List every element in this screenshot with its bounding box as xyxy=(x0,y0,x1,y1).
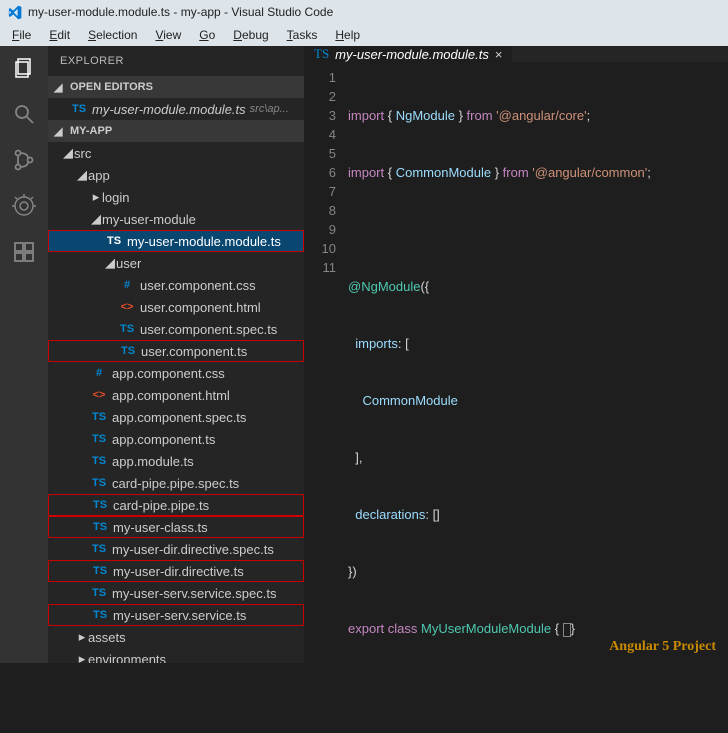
folder-app[interactable]: ◢app xyxy=(48,164,304,186)
ts-file-icon: TS xyxy=(118,323,136,335)
ts-file-icon: TS xyxy=(105,235,123,247)
project-section-label: MY-APP xyxy=(70,125,112,137)
explorer-icon[interactable] xyxy=(10,54,38,82)
menu-help[interactable]: Help xyxy=(327,26,368,44)
file-app-css[interactable]: #app.component.css xyxy=(48,362,304,384)
window-title: my-user-module.module.ts - my-app - Visu… xyxy=(28,5,333,19)
chevron-down-icon: ◢ xyxy=(104,255,116,271)
file-my-user-dir-spec[interactable]: TSmy-user-dir.directive.spec.ts xyxy=(48,538,304,560)
menu-edit[interactable]: Edit xyxy=(41,26,78,44)
menu-selection[interactable]: Selection xyxy=(80,26,145,44)
chevron-down-icon: ◢ xyxy=(54,81,66,94)
file-my-user-class-ts[interactable]: TSmy-user-class.ts xyxy=(48,516,304,538)
file-card-pipe-ts[interactable]: TScard-pipe.pipe.ts xyxy=(48,494,304,516)
cursor xyxy=(563,623,571,637)
titlebar: my-user-module.module.ts - my-app - Visu… xyxy=(0,0,728,24)
file-app-html[interactable]: <>app.component.html xyxy=(48,384,304,406)
chevron-right-icon: ▸ xyxy=(90,189,102,205)
chevron-down-icon: ◢ xyxy=(90,211,102,227)
html-file-icon: <> xyxy=(118,301,136,313)
activity-bar xyxy=(0,46,48,663)
file-user-spec[interactable]: TSuser.component.spec.ts xyxy=(48,318,304,340)
debug-icon[interactable] xyxy=(10,192,38,220)
close-tab-icon[interactable]: × xyxy=(495,47,503,62)
folder-user[interactable]: ◢user xyxy=(48,252,304,274)
file-user-component-ts[interactable]: TSuser.component.ts xyxy=(48,340,304,362)
ts-file-icon: TS xyxy=(70,103,88,115)
tab-filename: my-user-module.module.ts xyxy=(335,47,489,62)
ts-file-icon: TS xyxy=(90,411,108,423)
sidebar: EXPLORER ◢ OPEN EDITORS TS my-user-modul… xyxy=(48,46,304,663)
search-icon[interactable] xyxy=(10,100,38,128)
code-editor[interactable]: 1234567891011 import { NgModule } from '… xyxy=(304,62,728,733)
ts-file-icon: TS xyxy=(91,609,109,621)
menu-file[interactable]: File xyxy=(4,26,39,44)
ts-file-icon: TS xyxy=(90,543,108,555)
project-section[interactable]: ◢ MY-APP xyxy=(48,120,304,142)
file-app-spec[interactable]: TSapp.component.spec.ts xyxy=(48,406,304,428)
file-card-pipe-spec[interactable]: TScard-pipe.pipe.spec.ts xyxy=(48,472,304,494)
open-editor-item[interactable]: TS my-user-module.module.ts src\ap... xyxy=(48,98,304,120)
editor-area: TS my-user-module.module.ts × 1234567891… xyxy=(304,46,728,663)
file-my-user-module-ts[interactable]: TSmy-user-module.module.ts xyxy=(48,230,304,252)
html-file-icon: <> xyxy=(90,389,108,401)
menubar: File Edit Selection View Go Debug Tasks … xyxy=(0,24,728,46)
folder-src[interactable]: ◢src xyxy=(48,142,304,164)
menu-view[interactable]: View xyxy=(147,26,189,44)
file-app-module-ts[interactable]: TSapp.module.ts xyxy=(48,450,304,472)
ts-file-icon: TS xyxy=(91,521,109,533)
folder-my-user-module[interactable]: ◢my-user-module xyxy=(48,208,304,230)
chevron-down-icon: ◢ xyxy=(54,125,66,138)
file-app-component-ts[interactable]: TSapp.component.ts xyxy=(48,428,304,450)
menu-go[interactable]: Go xyxy=(191,26,223,44)
ts-file-icon: TS xyxy=(314,46,329,62)
chevron-right-icon: ▸ xyxy=(76,629,88,645)
chevron-right-icon: ▸ xyxy=(76,651,88,663)
open-editors-section[interactable]: ◢ OPEN EDITORS xyxy=(48,76,304,98)
line-numbers: 1234567891011 xyxy=(304,62,348,733)
chevron-down-icon: ◢ xyxy=(62,145,74,161)
source-control-icon[interactable] xyxy=(10,146,38,174)
ts-file-icon: TS xyxy=(91,565,109,577)
footer-badge: Angular 5 Project xyxy=(609,639,716,655)
folder-assets[interactable]: ▸assets xyxy=(48,626,304,648)
css-file-icon: # xyxy=(118,279,136,291)
css-file-icon: # xyxy=(90,367,108,379)
menu-tasks[interactable]: Tasks xyxy=(279,26,326,44)
chevron-down-icon: ◢ xyxy=(76,167,88,183)
menu-debug[interactable]: Debug xyxy=(225,26,276,44)
file-user-html[interactable]: <>user.component.html xyxy=(48,296,304,318)
sidebar-title: EXPLORER xyxy=(48,46,304,76)
open-editor-path: src\ap... xyxy=(250,103,289,115)
code-content: import { NgModule } from '@angular/core'… xyxy=(348,62,728,733)
extensions-icon[interactable] xyxy=(10,238,38,266)
folder-environments[interactable]: ▸environments xyxy=(48,648,304,663)
ts-file-icon: TS xyxy=(90,433,108,445)
file-my-user-dir-ts[interactable]: TSmy-user-dir.directive.ts xyxy=(48,560,304,582)
ts-file-icon: TS xyxy=(90,477,108,489)
file-my-user-serv-ts[interactable]: TSmy-user-serv.service.ts xyxy=(48,604,304,626)
folder-login[interactable]: ▸login xyxy=(48,186,304,208)
open-editor-filename: my-user-module.module.ts xyxy=(92,102,246,117)
file-tree: ◢src ◢app ▸login ◢my-user-module TSmy-us… xyxy=(48,142,304,663)
editor-tab[interactable]: TS my-user-module.module.ts × xyxy=(304,46,513,62)
file-my-user-serv-spec[interactable]: TSmy-user-serv.service.spec.ts xyxy=(48,582,304,604)
file-user-css[interactable]: #user.component.css xyxy=(48,274,304,296)
editor-tabs: TS my-user-module.module.ts × xyxy=(304,46,728,62)
ts-file-icon: TS xyxy=(91,499,109,511)
ts-file-icon: TS xyxy=(119,345,137,357)
vscode-logo-icon xyxy=(6,4,22,20)
ts-file-icon: TS xyxy=(90,587,108,599)
open-editors-label: OPEN EDITORS xyxy=(70,81,153,93)
ts-file-icon: TS xyxy=(90,455,108,467)
